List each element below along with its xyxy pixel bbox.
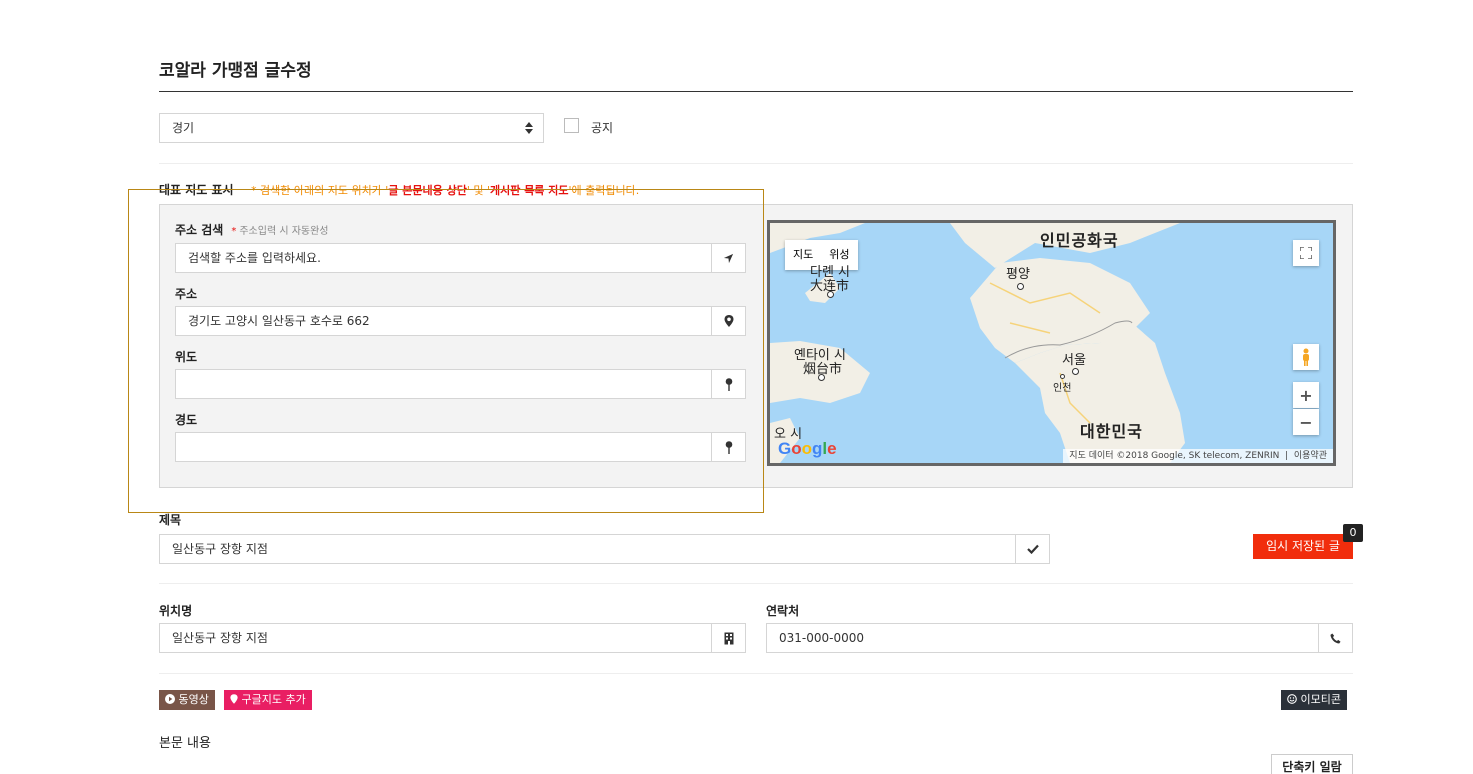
contact-addon bbox=[1318, 624, 1352, 652]
google-logo: Google bbox=[778, 439, 837, 458]
street-view-pegman[interactable] bbox=[1293, 344, 1319, 370]
page-title: 코알라 가맹점 글수정 bbox=[159, 61, 312, 81]
video-button-label: 동영상 bbox=[178, 693, 209, 706]
emoticon-button-label: 이모티콘 bbox=[1300, 693, 1341, 706]
phone-icon bbox=[1330, 632, 1341, 644]
map-label-south-korea: 대한민국 bbox=[1080, 422, 1143, 441]
play-circle-icon bbox=[165, 694, 175, 704]
emoticon-button[interactable]: 이모티콘 bbox=[1281, 690, 1347, 710]
fullscreen-button[interactable] bbox=[1293, 240, 1319, 266]
map-label-north-korea: 인민공화국 bbox=[1040, 231, 1119, 250]
smile-icon bbox=[1287, 694, 1297, 704]
notice-checkbox[interactable] bbox=[564, 118, 579, 133]
google-map[interactable]: 지도 위성 인민공화국 평양 다롄 시 大连市 옌타이 시 烟台市 서울 인천 … bbox=[767, 220, 1336, 466]
shortcut-list-button[interactable]: 단축키 일람 bbox=[1271, 754, 1353, 774]
map-terms-link[interactable]: 이용약관 bbox=[1294, 451, 1327, 461]
contact-value: 031-000-0000 bbox=[779, 631, 865, 645]
body-content-label: 본문 내용 bbox=[159, 736, 211, 751]
notice-label: 공지 bbox=[591, 121, 614, 135]
map-label-pyongyang: 평양 bbox=[1006, 267, 1030, 282]
location-name-addon bbox=[711, 624, 745, 652]
temp-saved-posts-button[interactable]: 임시 저장된 글 bbox=[1253, 534, 1353, 559]
category-select-value: 경기 bbox=[172, 121, 195, 135]
subject-label: 제목 bbox=[159, 513, 182, 527]
pegman-icon bbox=[1303, 348, 1309, 366]
location-name-label: 위치명 bbox=[159, 604, 193, 618]
video-button[interactable]: 동영상 bbox=[159, 690, 215, 710]
map-marker-icon bbox=[230, 694, 238, 704]
divider bbox=[159, 673, 1353, 674]
zoom-out-button[interactable]: − bbox=[1293, 409, 1319, 435]
city-dot bbox=[827, 291, 834, 298]
check-icon bbox=[1026, 544, 1039, 554]
zoom-in-button[interactable]: + bbox=[1293, 382, 1319, 408]
subject-check-button[interactable] bbox=[1015, 535, 1049, 563]
location-name-input[interactable]: 일산동구 장항 지점 bbox=[159, 623, 746, 653]
title-divider bbox=[159, 91, 1353, 92]
category-select[interactable]: 경기 bbox=[159, 113, 544, 143]
temp-saved-count-badge: 0 bbox=[1343, 524, 1363, 542]
city-dot bbox=[1060, 374, 1065, 379]
map-label-incheon: 인천 bbox=[1053, 383, 1072, 394]
contact-input[interactable]: 031-000-0000 bbox=[766, 623, 1353, 653]
city-dot bbox=[818, 374, 825, 381]
subject-value: 일산동구 장항 지점 bbox=[172, 542, 268, 556]
select-arrows-icon bbox=[525, 122, 533, 134]
city-dot bbox=[1017, 283, 1024, 290]
map-label-seoul: 서울 bbox=[1062, 353, 1086, 368]
subject-input[interactable]: 일산동구 장항 지점 bbox=[159, 534, 1050, 564]
map-attribution: 지도 데이터 ©2018 Google, SK telecom, ZENRIN … bbox=[1063, 449, 1333, 463]
add-google-map-label: 구글지도 추가 bbox=[241, 693, 306, 706]
contact-label: 연락처 bbox=[766, 604, 800, 618]
location-name-value: 일산동구 장항 지점 bbox=[172, 631, 268, 645]
add-google-map-button[interactable]: 구글지도 추가 bbox=[224, 690, 312, 710]
city-dot bbox=[1072, 368, 1079, 375]
fullscreen-icon bbox=[1300, 247, 1312, 259]
selection-highlight bbox=[128, 189, 764, 513]
divider bbox=[159, 163, 1353, 164]
divider bbox=[159, 583, 1353, 584]
building-icon bbox=[724, 632, 733, 644]
